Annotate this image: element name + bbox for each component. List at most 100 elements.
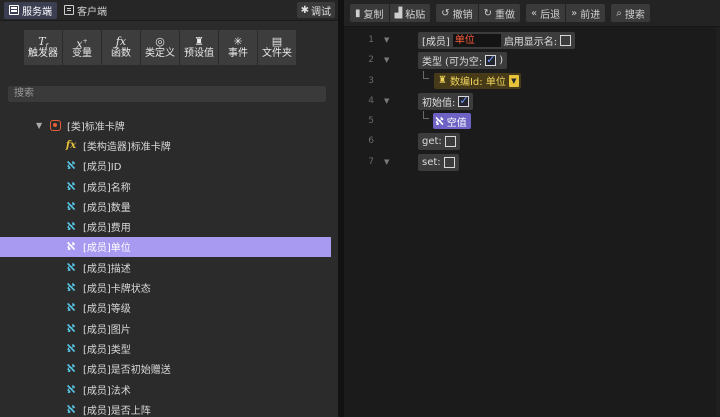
line-number: 6 [368,136,374,147]
code-line: 7 ▼ set: [344,152,720,172]
paste-button[interactable]: ▟ 粘贴 [389,4,431,22]
nullable-checkbox[interactable] [485,53,497,67]
function-button[interactable]: fx 函数 [102,30,140,65]
redo-icon: ↻ [483,7,492,19]
preset-button[interactable]: ♜ 预设值 [180,30,218,65]
fold-arrow-icon[interactable]: ▼ [384,36,389,44]
fold-arrow-icon[interactable]: ▼ [384,158,389,166]
function-icon: fx [65,139,77,151]
member-icon: ℵ [66,362,76,376]
class-button[interactable]: ◎ 类定义 [141,30,179,65]
member-icon: ℵ [66,341,76,355]
tree-item-member[interactable]: ℵ [成员]类型 [0,338,338,358]
preset-icon: ♜ [194,35,204,48]
search-button[interactable]: ⌕ 搜索 [611,4,650,22]
getter-block[interactable]: get: [418,133,460,151]
tree-item-constructor[interactable]: fx [类构造器]标准卡牌 [0,135,338,155]
member-icon: ℵ [66,402,76,416]
fold-arrow-icon[interactable]: ▼ [384,56,389,64]
tree-item-member[interactable]: ℵ [成员]图片 [0,318,338,338]
undo-button[interactable]: ↺ 撤销 [436,4,478,22]
forward-button[interactable]: » 前进 [566,4,606,22]
member-declaration-block[interactable]: [成员] 单位 启用显示名: [418,32,576,49]
tree-item-member[interactable]: ℵ [成员]ID [0,156,338,176]
member-icon: ℵ [66,179,76,193]
create-toolbar: Tf 触发器 x+ 变量 fx 函数 ◎ 类定义 ♜ 预设值 ✳ 事件 ▤ 文件… [24,30,296,65]
editor-panel: ▮ 复制 ▟ 粘贴 ↺ 撤销 ↻ 重做 « 后退 » 前进 ⌕ 搜索 1 ▼ [… [344,0,720,417]
tree-item-member[interactable]: ℵ [成员]是否上阵 [0,399,338,417]
getter-checkbox[interactable] [444,136,456,148]
tree-root-class[interactable]: ▼ [类]标准卡牌 [0,115,338,135]
null-value-block[interactable]: ℵ 空值 [433,113,471,130]
event-button[interactable]: ✳ 事件 [219,30,257,65]
line-number: 5 [368,116,374,127]
chevron-down-icon[interactable]: ▼ [36,121,44,130]
code-line: 1 ▼ [成员] 单位 启用显示名: [344,30,720,50]
data-id-icon: ♜ [438,75,447,87]
initial-value-checkbox[interactable] [458,94,470,107]
tree-item-member[interactable]: ℵ [成员]描述 [0,257,338,277]
tree-item-member[interactable]: ℵ [成员]等级 [0,298,338,318]
setter-block[interactable]: set: [418,153,459,171]
member-icon: ℵ [66,220,76,234]
type-block[interactable]: 类型 (可为空: ) [418,52,508,70]
member-icon: ℵ [66,240,76,254]
tree-item-member[interactable]: ℵ [成员]名称 [0,176,338,196]
code-line: 2 ▼ 类型 (可为空: ) [344,50,720,70]
code-line: 3 ♜ 数编Id: 单位 ▼ [344,70,720,91]
copy-button[interactable]: ▮ 复制 [350,4,389,22]
explorer-tabs: 服务端 客户端 ✱ 调试 [0,0,338,21]
double-chevron-left-icon: « [531,7,538,19]
chevron-down-icon[interactable]: ▼ [508,74,519,87]
display-name-checkbox[interactable] [560,35,572,46]
member-icon: ℵ [435,114,444,128]
tree-item-member[interactable]: ℵ [成员]法术 [0,379,338,399]
member-icon: ℵ [66,199,76,213]
tree-connector [423,70,429,79]
tree-scrollbar[interactable] [331,105,338,417]
copy-icon: ▮ [355,7,361,19]
member-icon: ℵ [66,281,76,295]
variable-icon: x+ [76,37,88,51]
tree-item-member[interactable]: ℵ [成员]数量 [0,196,338,216]
tree-item-member[interactable]: ℵ [成员]卡牌状态 [0,277,338,297]
code-line: 4 ▼ 初始值: [344,91,720,111]
setter-checkbox[interactable] [443,156,455,168]
line-number: 7 [368,156,374,167]
editor-toolbar: ▮ 复制 ▟ 粘贴 ↺ 撤销 ↻ 重做 « 后退 » 前进 ⌕ 搜索 [344,0,720,27]
debug-button[interactable]: ✱ 调试 [296,2,335,18]
explorer-search-input[interactable]: 搜索 [8,86,326,102]
member-icon: ℵ [66,159,76,173]
trigger-button[interactable]: Tf 触发器 [24,30,62,65]
line-number: 2 [368,55,374,66]
member-icon: ℵ [66,382,76,396]
editor-scrollbar[interactable] [716,27,720,417]
bug-icon: ✱ [300,4,309,16]
initial-value-block[interactable]: 初始值: [418,92,474,110]
fold-arrow-icon[interactable]: ▼ [384,97,389,105]
type-value-dropdown[interactable]: ♜ 数编Id: 单位 ▼ [434,72,521,89]
line-number: 3 [368,75,374,86]
class-icon [50,119,61,131]
server-icon [9,5,19,15]
undo-icon: ↺ [441,7,450,19]
class-icon: ◎ [155,35,165,48]
code-line: 5 ℵ 空值 [344,111,720,131]
class-tree: ▼ [类]标准卡牌 fx [类构造器]标准卡牌 ℵ [成员]ID ℵ [成员]名… [0,115,338,417]
tab-client[interactable]: 客户端 [59,2,112,19]
double-chevron-right-icon: » [571,7,578,19]
clipboard-group: ▮ 复制 ▟ 粘贴 [350,4,431,22]
client-icon [64,5,74,15]
member-name-input[interactable]: 单位 [452,34,501,47]
variable-button[interactable]: x+ 变量 [63,30,101,65]
folder-button[interactable]: ▤ 文件夹 [258,30,296,65]
tree-item-member-selected[interactable]: ℵ [成员]单位 [0,236,331,258]
back-button[interactable]: « 后退 [526,4,566,22]
explorer-panel: 服务端 客户端 ✱ 调试 Tf 触发器 x+ 变量 fx 函数 ◎ 类定义 ♜ [0,0,338,417]
tree-item-member[interactable]: ℵ [成员]费用 [0,216,338,236]
code-editor: 1 ▼ [成员] 单位 启用显示名: 2 ▼ 类型 (可为空: ) 3 [344,30,720,172]
trigger-icon: Tf [38,35,48,51]
redo-button[interactable]: ↻ 重做 [478,4,520,22]
tab-server[interactable]: 服务端 [4,1,57,19]
tree-item-member[interactable]: ℵ [成员]是否初始赠送 [0,359,338,379]
